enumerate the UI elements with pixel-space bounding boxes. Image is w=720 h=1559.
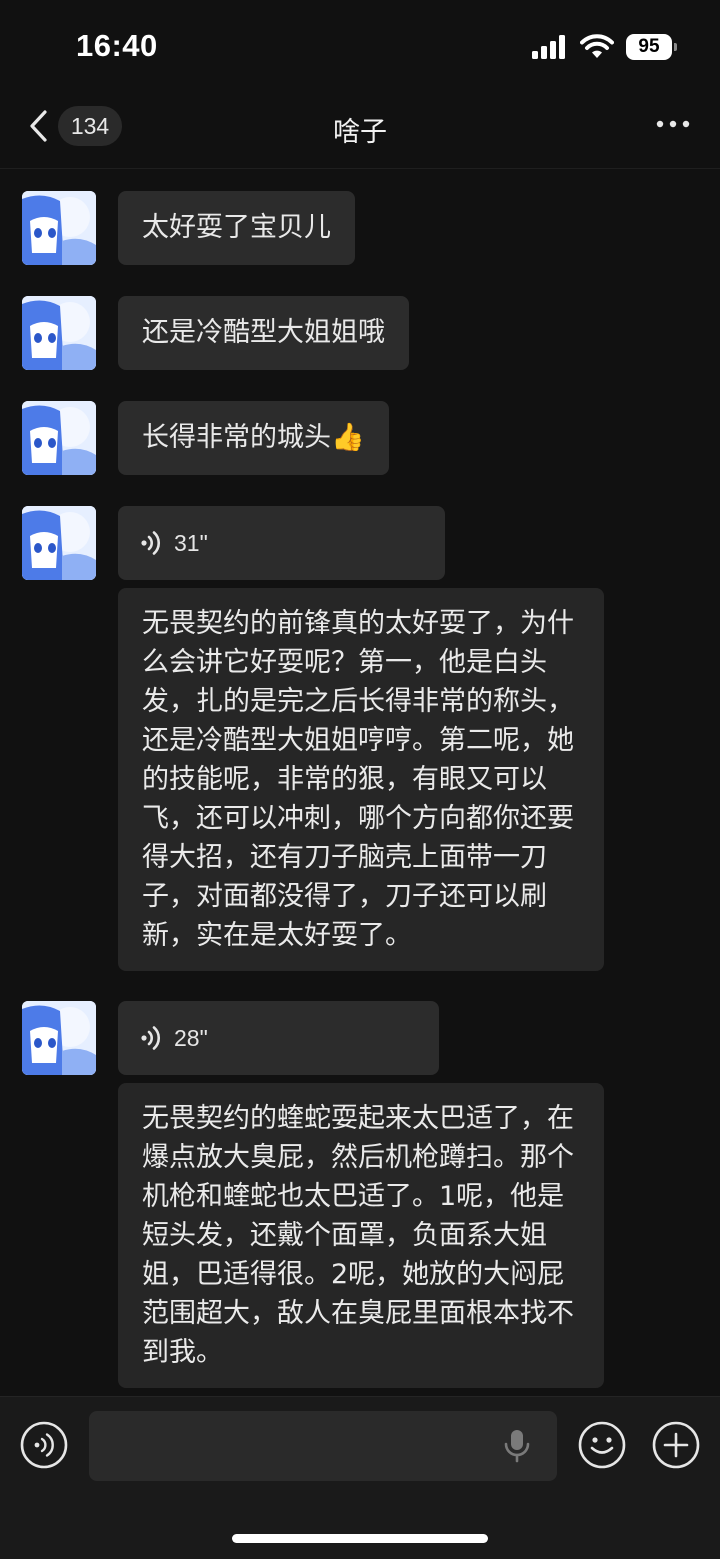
- voice-duration: 28": [174, 1024, 208, 1051]
- battery-indicator: 95: [626, 34, 677, 60]
- voice-input-toggle-icon[interactable]: [20, 1421, 68, 1469]
- voice-message-bubble[interactable]: 31": [118, 506, 445, 580]
- more-icon[interactable]: [656, 114, 690, 134]
- message-list[interactable]: 太好耍了宝贝儿 还是冷酷型大姐姐哦 长得非常的城头👍 31" 无畏契约的前锋真的…: [0, 168, 720, 1396]
- home-indicator[interactable]: [232, 1534, 488, 1543]
- voice-message-bubble[interactable]: 28": [118, 1001, 439, 1075]
- cellular-signal-icon: [532, 35, 565, 59]
- emoji-icon[interactable]: [578, 1421, 626, 1469]
- avatar[interactable]: [22, 1001, 96, 1075]
- voice-transcript[interactable]: 无畏契约的前锋真的太好耍了，为什么会讲它好耍呢？第一，他是白头发，扎的是完之后长…: [118, 588, 604, 971]
- avatar-image: [22, 506, 96, 580]
- message-input[interactable]: [89, 1411, 557, 1481]
- chat-title: 啥子: [333, 117, 387, 148]
- avatar-image: [22, 296, 96, 370]
- avatar[interactable]: [22, 506, 96, 580]
- voice-icon: [141, 1026, 161, 1050]
- input-bar: [0, 1396, 720, 1559]
- avatar-image: [22, 1001, 96, 1075]
- battery-tip: [674, 43, 677, 51]
- avatar[interactable]: [22, 401, 96, 475]
- status-bar: 16:40 95: [0, 0, 720, 96]
- avatar[interactable]: [22, 296, 96, 370]
- voice-transcript[interactable]: 无畏契约的蝰蛇耍起来太巴适了，在爆点放大臭屁，然后机枪蹲扫。那个机枪和蝰蛇也太巴…: [118, 1083, 604, 1388]
- nav-bar: 134 啥子: [0, 96, 720, 169]
- voice-duration: 31": [174, 529, 208, 556]
- battery-level: 95: [638, 36, 660, 57]
- status-icons: 95: [532, 34, 677, 60]
- status-time: 16:40: [76, 28, 158, 63]
- avatar-image: [22, 191, 96, 265]
- wifi-icon: [580, 34, 614, 58]
- mic-icon[interactable]: [501, 1428, 533, 1464]
- voice-icon: [141, 531, 161, 555]
- avatar[interactable]: [22, 191, 96, 265]
- message-bubble[interactable]: 还是冷酷型大姐姐哦: [118, 296, 409, 370]
- message-bubble[interactable]: 太好耍了宝贝儿: [118, 191, 355, 265]
- message-bubble[interactable]: 长得非常的城头👍: [118, 401, 389, 475]
- plus-icon[interactable]: [652, 1421, 700, 1469]
- avatar-image: [22, 401, 96, 475]
